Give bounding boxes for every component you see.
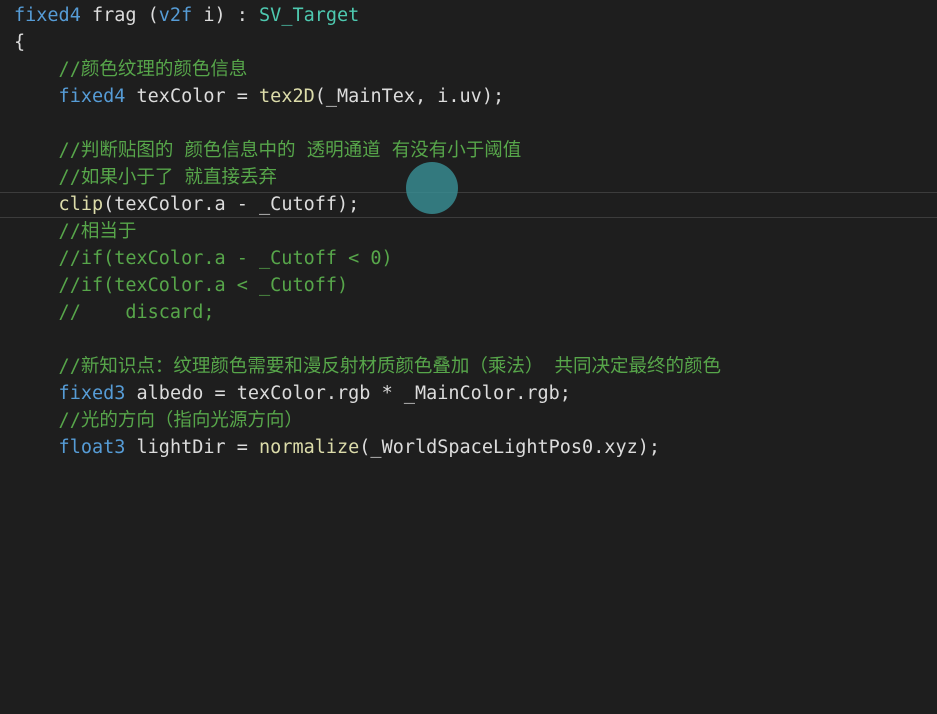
token-type: v2f (158, 5, 193, 26)
code-line-7[interactable]: //如果小于了 就直接丢弃 (14, 164, 277, 191)
token-function: clip (14, 194, 104, 215)
token-type: float3 (14, 437, 126, 458)
code-line-2[interactable]: { (14, 29, 25, 56)
token-text: albedo = texColor.rgb * _MainColor.rgb; (125, 383, 571, 404)
token-text: (_WorldSpaceLightPos0.xyz); (359, 437, 661, 458)
code-line-15[interactable]: fixed3 albedo = texColor.rgb * _MainColo… (14, 380, 571, 407)
token-function: normalize (259, 437, 360, 458)
token-text: texColor = (125, 86, 260, 107)
code-line-12[interactable]: // discard; (14, 299, 215, 326)
code-line-10[interactable]: //if(texColor.a - _Cutoff < 0) (14, 245, 393, 272)
mouse-cursor-indicator (406, 162, 458, 214)
open-brace: { (14, 32, 26, 53)
code-line-4[interactable]: fixed4 texColor = tex2D(_MainTex, i.uv); (14, 83, 505, 110)
code-line-16[interactable]: //光的方向（指向光源方向） (14, 407, 303, 434)
token-function: tex2D (259, 86, 315, 107)
code-line-14[interactable]: //新知识点：纹理颜色需要和漫反射材质颜色叠加（乘法） 共同决定最终的颜色 (14, 353, 721, 380)
token-type: fixed4 (14, 5, 81, 26)
token-text: i) : (192, 5, 260, 26)
code-line-8[interactable]: clip(texColor.a - _Cutoff); (14, 191, 360, 218)
code-editor[interactable]: fixed4 frag (v2f i) : SV_Target { //颜色纹理… (0, 0, 937, 467)
token-text: lightDir = (125, 437, 260, 458)
token-semantic: SV_Target (259, 5, 360, 26)
token-text: (_MainTex, i.uv); (314, 86, 505, 107)
token-text: frag ( (80, 5, 159, 26)
token-text: (texColor.a - _Cutoff); (103, 194, 360, 215)
token-type: fixed3 (14, 383, 126, 404)
code-line-17[interactable]: float3 lightDir = normalize(_WorldSpaceL… (14, 434, 660, 461)
code-line-9[interactable]: //相当于 (14, 218, 137, 245)
code-line-11[interactable]: //if(texColor.a < _Cutoff) (14, 272, 349, 299)
code-line-3[interactable]: //颜色纹理的颜色信息 (14, 56, 248, 83)
code-line-1[interactable]: fixed4 frag (v2f i) : SV_Target (14, 2, 359, 29)
code-line-6[interactable]: //判断贴图的 颜色信息中的 透明通道 有没有小于阈值 (14, 137, 522, 164)
token-type: fixed4 (14, 86, 126, 107)
